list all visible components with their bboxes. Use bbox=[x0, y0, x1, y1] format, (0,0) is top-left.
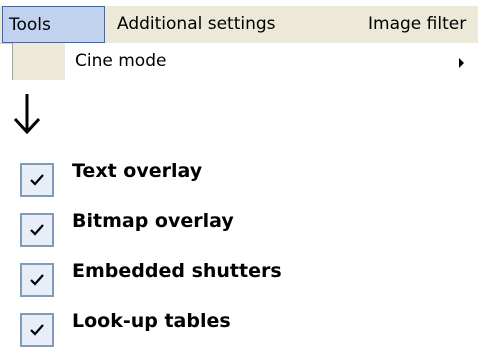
option-text-overlay: Text overlay bbox=[12, 150, 312, 200]
option-embedded-shutters: Embedded shutters bbox=[12, 250, 312, 300]
checkbox-look-up-tables[interactable] bbox=[20, 313, 54, 347]
menu-image-filter[interactable]: Image filter bbox=[368, 6, 466, 43]
checkmark-icon bbox=[30, 174, 44, 186]
option-bitmap-overlay: Bitmap overlay bbox=[12, 200, 312, 250]
arrow-down-icon bbox=[13, 94, 41, 135]
dropdown-icon-gutter bbox=[13, 43, 65, 80]
option-label: Look-up tables bbox=[72, 310, 231, 332]
option-label: Embedded shutters bbox=[72, 260, 282, 282]
chevron-right-icon bbox=[459, 58, 464, 68]
tools-dropdown: Cine mode bbox=[12, 43, 478, 80]
checkbox-text-overlay[interactable] bbox=[20, 163, 54, 197]
menu-tools[interactable]: Tools bbox=[2, 6, 105, 43]
menu-additional-settings[interactable]: Additional settings bbox=[117, 6, 276, 43]
checkmark-icon bbox=[30, 224, 44, 236]
dropdown-item-label: Cine mode bbox=[75, 51, 167, 71]
option-look-up-tables: Look-up tables bbox=[12, 300, 312, 350]
checkmark-icon bbox=[30, 324, 44, 336]
menubar-row: Tools Additional settings Image filter bbox=[0, 6, 478, 44]
checkmark-icon bbox=[30, 274, 44, 286]
option-label: Text overlay bbox=[72, 160, 203, 182]
checkbox-embedded-shutters[interactable] bbox=[20, 263, 54, 297]
checkbox-bitmap-overlay[interactable] bbox=[20, 213, 54, 247]
menubar: Tools Additional settings Image filter C… bbox=[0, 0, 478, 82]
option-label: Bitmap overlay bbox=[72, 210, 234, 232]
overlay-options-list: Text overlay Bitmap overlay Embedded shu… bbox=[12, 150, 312, 350]
dropdown-item-cine-mode[interactable]: Cine mode bbox=[65, 43, 478, 80]
